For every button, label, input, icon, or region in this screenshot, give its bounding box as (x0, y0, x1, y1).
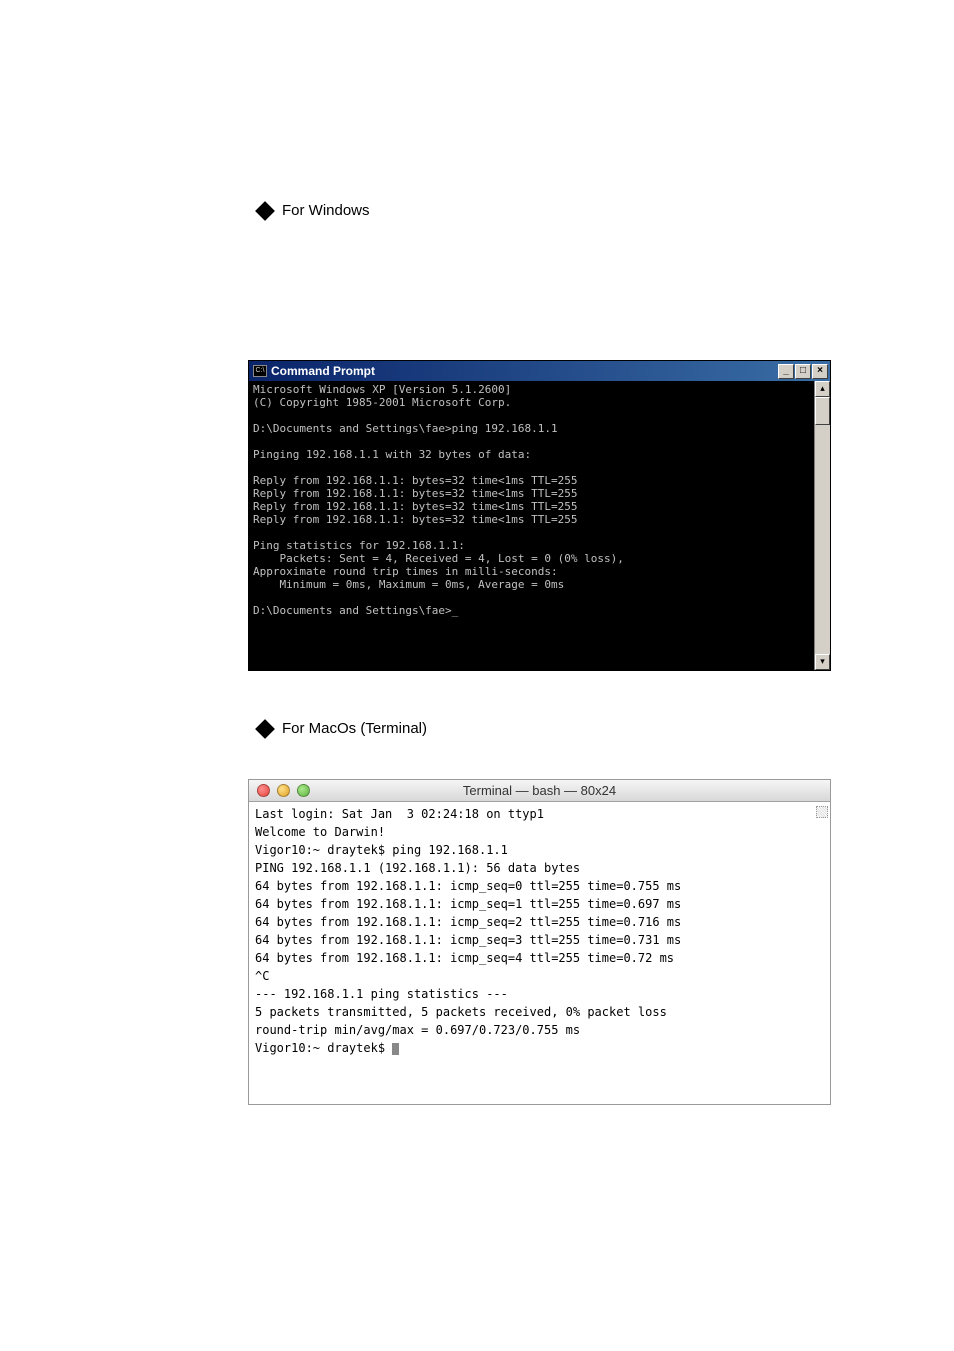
command-prompt-window: C:\ Command Prompt _ □ × Microsoft Windo… (248, 360, 831, 671)
command-prompt-title: Command Prompt (271, 364, 375, 378)
terminal-title: Terminal — bash — 80x24 (249, 783, 830, 798)
bullet-diamond-icon (255, 201, 275, 221)
cursor-icon (392, 1043, 399, 1055)
bullet-windows-label: For Windows (282, 202, 370, 219)
scroll-up-arrow-icon[interactable]: ▴ (815, 381, 830, 397)
close-button[interactable]: × (812, 364, 828, 379)
cmd-scrollbar[interactable]: ▴ ▾ (814, 381, 830, 670)
bullet-macos-label: For MacOs (Terminal) (282, 720, 427, 737)
cmd-app-icon: C:\ (253, 365, 267, 377)
scroll-thumb[interactable] (815, 397, 830, 425)
bullet-diamond-icon (255, 719, 275, 739)
terminal-scrollbar[interactable] (814, 802, 830, 1104)
bullet-windows: For Windows (258, 202, 370, 219)
maximize-button[interactable]: □ (795, 364, 811, 379)
scroll-marker-icon (816, 806, 828, 818)
command-prompt-titlebar[interactable]: C:\ Command Prompt _ □ × (249, 361, 830, 381)
terminal-titlebar[interactable]: Terminal — bash — 80x24 (249, 780, 830, 802)
terminal-output[interactable]: Last login: Sat Jan 3 02:24:18 on ttyp1 … (249, 802, 814, 1104)
bullet-macos: For MacOs (Terminal) (258, 720, 427, 737)
scroll-down-arrow-icon[interactable]: ▾ (815, 654, 830, 670)
command-prompt-output[interactable]: Microsoft Windows XP [Version 5.1.2600] … (249, 381, 814, 670)
minimize-button[interactable]: _ (778, 364, 794, 379)
terminal-window: Terminal — bash — 80x24 Last login: Sat … (248, 779, 831, 1105)
